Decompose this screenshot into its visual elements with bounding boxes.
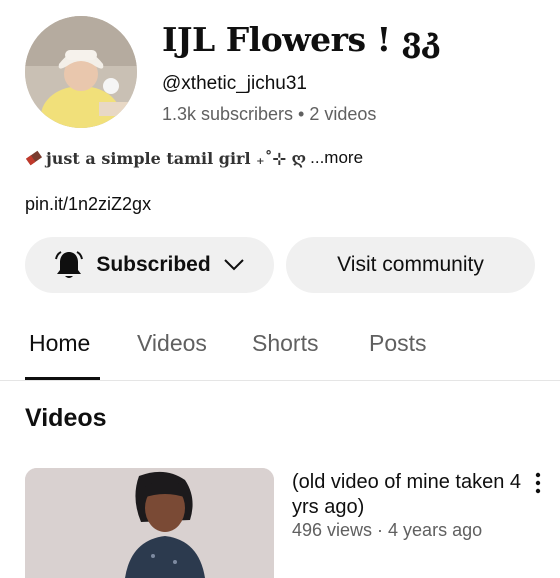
channel-avatar[interactable] (25, 16, 137, 128)
tab-videos[interactable]: Videos (137, 330, 207, 357)
channel-tabs: Home Videos Shorts Posts (0, 318, 560, 381)
chocolate-icon (25, 150, 43, 166)
channel-link[interactable]: pin.it/1n2ziZ2gx (25, 194, 151, 215)
bio-text: just a simple tamil girl ₊˚⊹ ღ (46, 148, 307, 168)
channel-stats: 1.3k subscribers • 2 videos (162, 104, 377, 124)
video-thumbnail[interactable] (25, 468, 274, 578)
videos-section-title: Videos (25, 404, 107, 432)
video-meta: 496 views · 4 years ago (292, 520, 483, 540)
bio-more-link[interactable]: ...more (310, 148, 363, 168)
thumbnail-image (25, 468, 274, 578)
tab-posts[interactable]: Posts (369, 330, 427, 357)
channel-name: IJL Flowers ! ვკ (162, 20, 441, 59)
avatar-image (25, 16, 137, 128)
video-more-button[interactable] (527, 470, 549, 496)
tab-shorts[interactable]: Shorts (252, 330, 318, 357)
bell-icon (55, 251, 84, 278)
visit-community-label: Visit community (337, 253, 484, 276)
chevron-down-icon (223, 259, 244, 271)
channel-handle: @xthetic_jichu31 (162, 73, 307, 94)
subscribed-label: Subscribed (96, 253, 211, 276)
channel-bio[interactable]: just a simple tamil girl ₊˚⊹ ღ ...more (25, 148, 363, 168)
tab-home[interactable]: Home (29, 330, 90, 357)
more-vert-icon (535, 472, 541, 494)
active-tab-indicator (25, 377, 100, 380)
video-title[interactable]: (old video of mine taken 4 yrs ago) (292, 470, 522, 520)
subscribed-button[interactable]: Subscribed (25, 237, 274, 293)
visit-community-button[interactable]: Visit community (286, 237, 535, 293)
